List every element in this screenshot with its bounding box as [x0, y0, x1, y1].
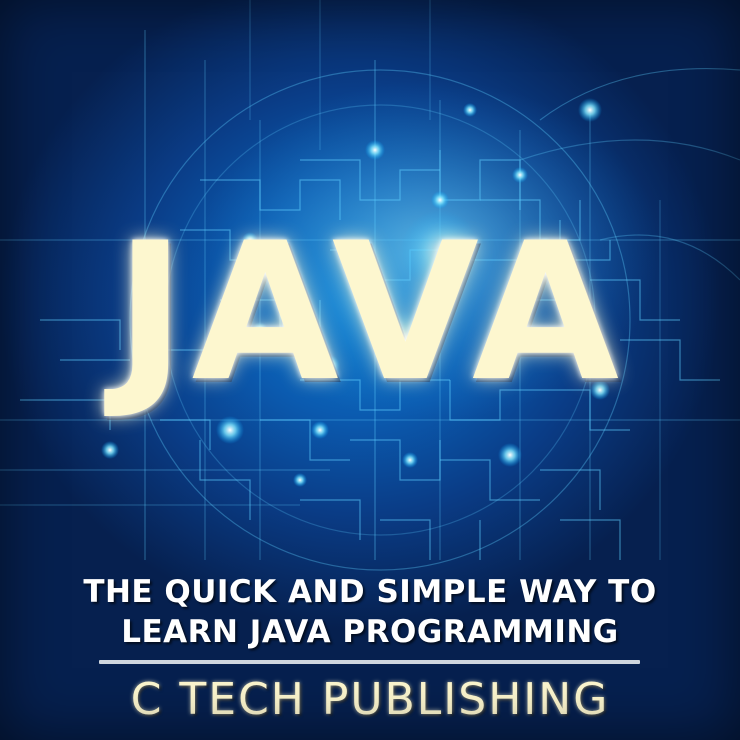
publisher-name: C TECH PUBLISHING: [130, 674, 610, 725]
cover-title: JAVA: [114, 202, 626, 423]
subtitle-line-1: THE QUICK AND SIMPLE WAY TO: [83, 574, 657, 610]
book-cover: JAVA THE QUICK AND SIMPLE WAY TO LEARN J…: [0, 0, 740, 740]
subtitle-line-2: LEARN JAVA PROGRAMMING: [121, 614, 619, 650]
cover-subtitle: THE QUICK AND SIMPLE WAY TO LEARN JAVA P…: [0, 572, 740, 652]
divider-line: [99, 660, 640, 664]
